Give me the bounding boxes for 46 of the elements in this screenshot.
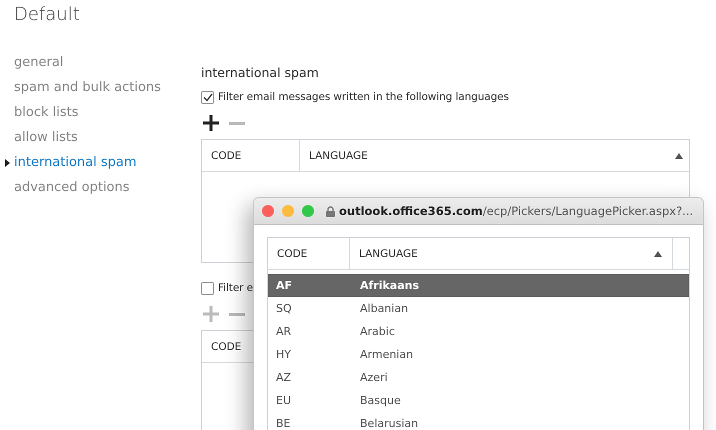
table-cell-text: Basque bbox=[360, 394, 402, 407]
table-cell-text: EU bbox=[275, 394, 292, 407]
column-header[interactable]: CODE bbox=[268, 238, 350, 269]
page-title: Default bbox=[13, 3, 81, 27]
table-cell-text: AZ bbox=[275, 371, 292, 384]
window-controls-icon bbox=[262, 205, 316, 217]
sidebar-item[interactable]: spam and bulk actions bbox=[14, 80, 161, 95]
table-cell-text: Belarusian bbox=[360, 417, 420, 430]
sort-ascending-icon bbox=[675, 152, 683, 158]
table-cell-text: BE bbox=[275, 417, 292, 430]
column-header[interactable]: LANGUAGE bbox=[350, 238, 654, 269]
column-header[interactable]: CODE bbox=[202, 140, 300, 171]
table-row[interactable]: AZ Azeri bbox=[268, 366, 689, 389]
sort-ascending-icon bbox=[654, 250, 662, 256]
table-cell-text: Albanian bbox=[360, 302, 410, 315]
add-button[interactable] bbox=[203, 115, 219, 131]
table-cell-text: Armenian bbox=[360, 348, 414, 361]
lock-icon bbox=[326, 206, 335, 216]
table-row[interactable]: BE Belarusian bbox=[268, 412, 689, 430]
minus-icon bbox=[229, 312, 245, 316]
checkbox-label: Filter email messages written in the following languages bbox=[218, 91, 509, 103]
sidebar-item[interactable]: general bbox=[14, 55, 64, 70]
sidebar-item[interactable]: advanced options bbox=[14, 180, 130, 195]
sidebar-item[interactable]: allow lists bbox=[14, 130, 78, 145]
checkbox[interactable] bbox=[201, 90, 214, 104]
checkbox[interactable] bbox=[201, 282, 214, 294]
table-cell-text: Afrikaans bbox=[360, 279, 420, 292]
table-cell-text: SQ bbox=[275, 302, 293, 315]
check-icon bbox=[202, 92, 212, 102]
sidebar-item[interactable]: block lists bbox=[14, 105, 78, 120]
table-cell-text: HY bbox=[275, 348, 292, 361]
address-text: outlook.office365.com/ecp/Pickers/LanguagePicker.aspx?... bbox=[339, 204, 694, 218]
minus-icon bbox=[229, 122, 245, 124]
table-row[interactable]: EU Basque bbox=[268, 389, 689, 412]
plus-icon bbox=[203, 115, 219, 131]
table-row[interactable]: SQ Albanian bbox=[268, 297, 689, 320]
table-cell-text: Arabic bbox=[360, 325, 396, 338]
checkbox-label: Filter e bbox=[218, 282, 254, 294]
plus-icon bbox=[203, 306, 219, 322]
sidebar-item[interactable]: international spam bbox=[14, 155, 137, 170]
pointer-icon bbox=[5, 158, 10, 166]
section-title: international spam bbox=[201, 65, 320, 82]
table-cell-text: Azeri bbox=[360, 371, 389, 384]
column-header[interactable]: LANGUAGE bbox=[300, 140, 675, 171]
table-row[interactable]: AF Afrikaans bbox=[268, 274, 689, 297]
table-cell-text: AF bbox=[275, 279, 294, 292]
